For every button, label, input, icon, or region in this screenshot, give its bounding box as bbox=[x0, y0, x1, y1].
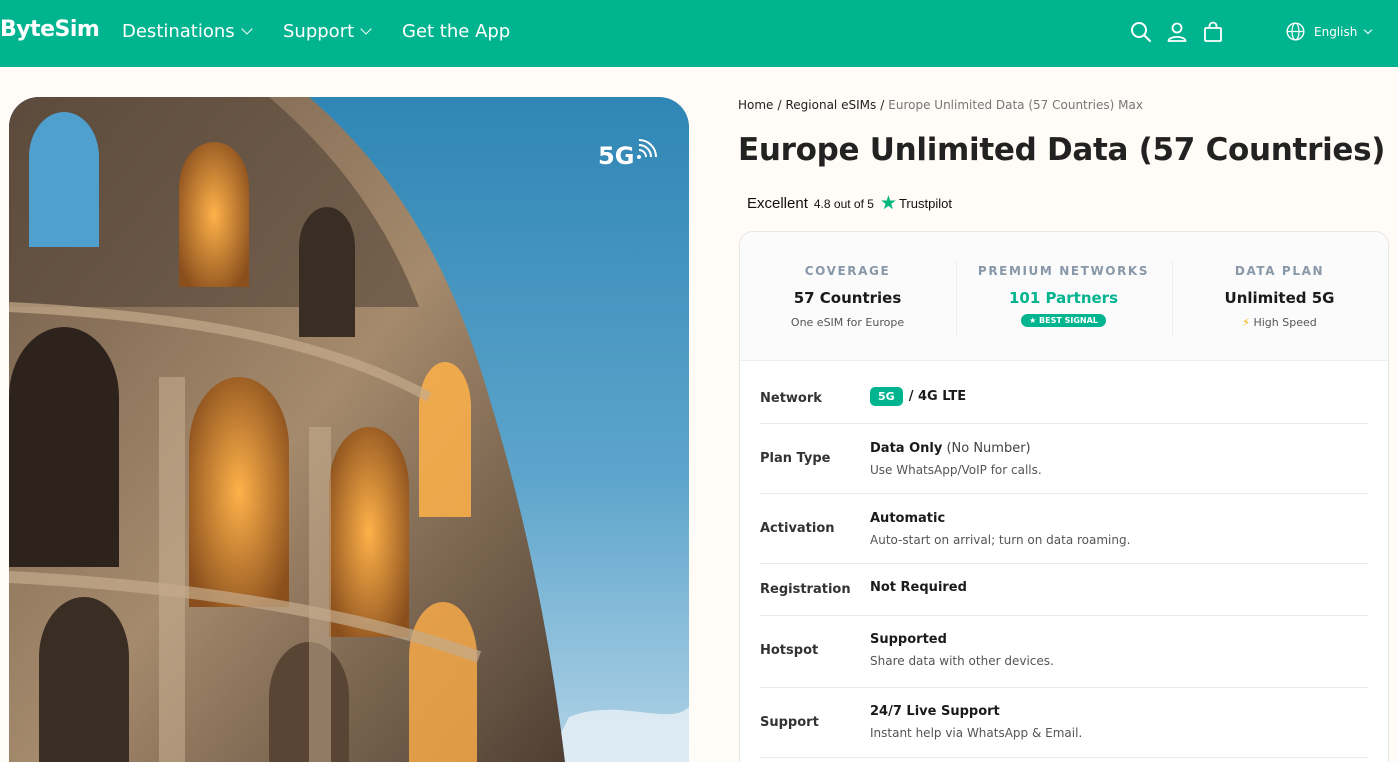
detail-key: Plan Type bbox=[760, 451, 831, 466]
detail-row-network: Network 5G / 4G LTE bbox=[760, 361, 1368, 424]
product-hero-image: 5G bbox=[9, 97, 689, 762]
stat-sub-label: High Speed bbox=[1253, 316, 1317, 329]
language-selector[interactable]: English bbox=[1285, 21, 1373, 42]
detail-row-registration: Registration Not Required bbox=[760, 564, 1368, 616]
trustpilot-brand: ★ Trustpilot bbox=[880, 194, 952, 213]
detail-key: Activation bbox=[760, 521, 835, 536]
user-icon[interactable] bbox=[1165, 20, 1189, 44]
top-navbar: ByteSim Destinations Support Get the App… bbox=[0, 0, 1398, 67]
nav-destinations-label: Destinations bbox=[122, 21, 235, 42]
breadcrumb-separator: / bbox=[777, 98, 782, 112]
detail-row-activation: Activation Automatic Auto-start on arriv… bbox=[760, 494, 1368, 564]
stat-label: DATA PLAN bbox=[1234, 264, 1325, 278]
hotspot-strong: Supported bbox=[870, 632, 947, 647]
detail-desc: Auto-start on arrival; turn on data roam… bbox=[870, 533, 1131, 547]
5g-badge-label: 5G bbox=[598, 142, 635, 170]
stat-sub: One eSIM for Europe bbox=[790, 316, 905, 329]
detail-row-plan-type: Plan Type Data Only (No Number) Use What… bbox=[760, 424, 1368, 494]
plan-stats: COVERAGE 57 Countries One eSIM for Europ… bbox=[740, 232, 1388, 361]
stat-value: 57 Countries bbox=[793, 289, 902, 307]
detail-value: 24/7 Live Support bbox=[870, 704, 1000, 719]
plan-type-strong: Data Only bbox=[870, 441, 943, 456]
rating-score: 4.8 out of 5 bbox=[813, 196, 874, 211]
stat-sub: ⚡ High Speed bbox=[1172, 316, 1387, 329]
brand-logo[interactable]: ByteSim bbox=[0, 17, 100, 42]
network-5g-tag: 5G bbox=[870, 387, 903, 406]
breadcrumb-home[interactable]: Home bbox=[738, 98, 773, 112]
search-icon[interactable] bbox=[1129, 20, 1153, 44]
network-rest: / 4G LTE bbox=[908, 389, 967, 404]
stat-value: 101 Partners bbox=[1009, 289, 1118, 307]
chevron-down-icon bbox=[241, 23, 253, 35]
5g-badge: 5G bbox=[598, 139, 658, 170]
support-strong: 24/7 Live Support bbox=[870, 704, 1000, 719]
cart-icon[interactable] bbox=[1201, 20, 1225, 44]
detail-key: Registration bbox=[760, 582, 851, 597]
nav-support[interactable]: Support bbox=[283, 21, 372, 42]
breadcrumb-current: Europe Unlimited Data (57 Countries) Max bbox=[888, 98, 1143, 112]
trustpilot-rating[interactable]: Excellent 4.8 out of 5 ★ Trustpilot bbox=[747, 194, 952, 213]
plan-type-extra: (No Number) bbox=[946, 441, 1031, 456]
lightning-icon: ⚡ bbox=[1242, 316, 1250, 329]
activation-strong: Automatic bbox=[870, 511, 946, 526]
stat-label: PREMIUM NETWORKS bbox=[977, 264, 1150, 278]
best-signal-badge: ★ BEST SIGNAL bbox=[1021, 314, 1106, 327]
detail-desc: Share data with other devices. bbox=[870, 654, 1054, 668]
breadcrumb: Home / Regional eSIMs / Europe Unlimited… bbox=[738, 98, 1143, 112]
page-title: Europe Unlimited Data (57 Countries) Max bbox=[738, 132, 1398, 168]
plan-details-card: COVERAGE 57 Countries One eSIM for Europ… bbox=[739, 231, 1389, 762]
detail-value: Data Only (No Number) bbox=[870, 441, 1031, 456]
stat-label: COVERAGE bbox=[804, 264, 891, 278]
stat-value: Unlimited 5G bbox=[1224, 289, 1335, 307]
detail-row-hotspot: Hotspot Supported Share data with other … bbox=[760, 616, 1368, 688]
signal-icon bbox=[637, 139, 658, 159]
detail-value: Automatic bbox=[870, 511, 945, 526]
detail-value: 5G / 4G LTE bbox=[870, 387, 966, 406]
nav-get-app[interactable]: Get the App bbox=[402, 21, 510, 42]
chevron-down-icon bbox=[1364, 25, 1373, 34]
nav-get-app-label: Get the App bbox=[402, 21, 511, 42]
detail-key: Hotspot bbox=[760, 643, 819, 658]
breadcrumb-regional[interactable]: Regional eSIMs bbox=[785, 98, 876, 112]
detail-key: Support bbox=[760, 715, 819, 730]
colosseum-image bbox=[9, 97, 689, 762]
detail-row-support: Support 24/7 Live Support Instant help v… bbox=[760, 688, 1368, 758]
detail-value: Supported bbox=[870, 632, 947, 647]
detail-value: Not Required bbox=[870, 580, 967, 595]
nav-destinations[interactable]: Destinations bbox=[122, 21, 253, 42]
breadcrumb-separator: / bbox=[880, 98, 885, 112]
stat-coverage: COVERAGE 57 Countries One eSIM for Europ… bbox=[740, 264, 955, 329]
detail-desc: Use WhatsApp/VoIP for calls. bbox=[870, 463, 1042, 477]
stat-data-plan: DATA PLAN Unlimited 5G ⚡ High Speed bbox=[1172, 264, 1387, 329]
nav-support-label: Support bbox=[283, 21, 355, 42]
trustpilot-star-icon: ★ bbox=[879, 193, 897, 214]
rating-label: Excellent bbox=[747, 195, 808, 212]
detail-key: Network bbox=[760, 391, 822, 406]
trustpilot-label: Trustpilot bbox=[898, 196, 952, 211]
globe-icon bbox=[1286, 22, 1305, 41]
language-label: English bbox=[1314, 24, 1358, 39]
detail-desc: Instant help via WhatsApp & Email. bbox=[870, 726, 1083, 740]
stat-networks: PREMIUM NETWORKS 101 Partners ★ BEST SIG… bbox=[956, 264, 1171, 327]
chevron-down-icon bbox=[360, 23, 372, 35]
